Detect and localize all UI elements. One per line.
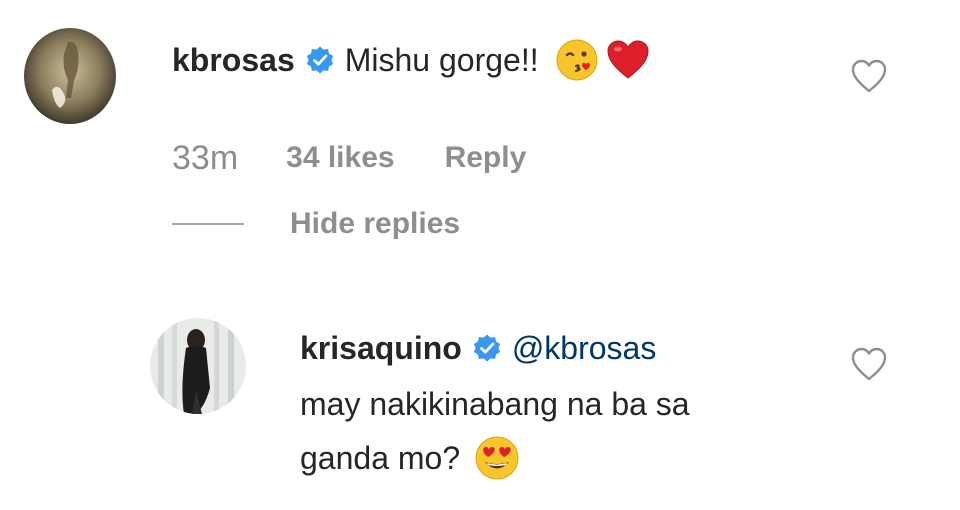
red-heart-emoji <box>605 38 651 82</box>
avatar-krisaquino[interactable] <box>150 318 246 414</box>
comment-username[interactable]: kbrosas <box>172 42 295 79</box>
comment-meta: 33m 34 likes Reply <box>172 138 526 178</box>
reply-button[interactable]: Reply <box>445 141 527 175</box>
reply-text-first-line: may nakikinabang na ba sa <box>300 385 690 422</box>
kissing-wink-emoji <box>555 38 599 82</box>
heart-eyes-emoji <box>474 435 520 481</box>
avatar-kbrosas[interactable] <box>24 28 116 124</box>
hide-replies-divider <box>172 223 244 225</box>
reply-text-line2: ganda mo? <box>300 434 520 482</box>
verified-badge-icon <box>305 45 335 75</box>
avatar-krisaquino-image <box>150 318 246 414</box>
comment-timestamp[interactable]: 33m <box>172 139 238 178</box>
reply-mention-link[interactable]: @kbrosas <box>512 330 657 367</box>
comment-likes-count[interactable]: 34 likes <box>286 141 394 175</box>
reply-text-line1: may nakikinabang na ba sa <box>300 382 690 426</box>
like-reply-heart-icon[interactable] <box>850 346 888 382</box>
hide-replies-button[interactable]: Hide replies <box>172 204 460 244</box>
avatar-kbrosas-image <box>24 28 116 124</box>
comment-text: Mishu gorge!! <box>344 41 539 78</box>
reply-krisaquino-line1: krisaquino @kbrosas <box>300 326 656 370</box>
reply-text-second-line: ganda mo? <box>300 439 461 476</box>
reply-username[interactable]: krisaquino <box>300 330 462 367</box>
like-comment-heart-icon[interactable] <box>850 58 888 94</box>
comment-kbrosas-line: kbrosas Mishu gorge!! <box>172 38 651 82</box>
verified-badge-icon <box>472 333 502 363</box>
hide-replies-label: Hide replies <box>290 207 461 240</box>
